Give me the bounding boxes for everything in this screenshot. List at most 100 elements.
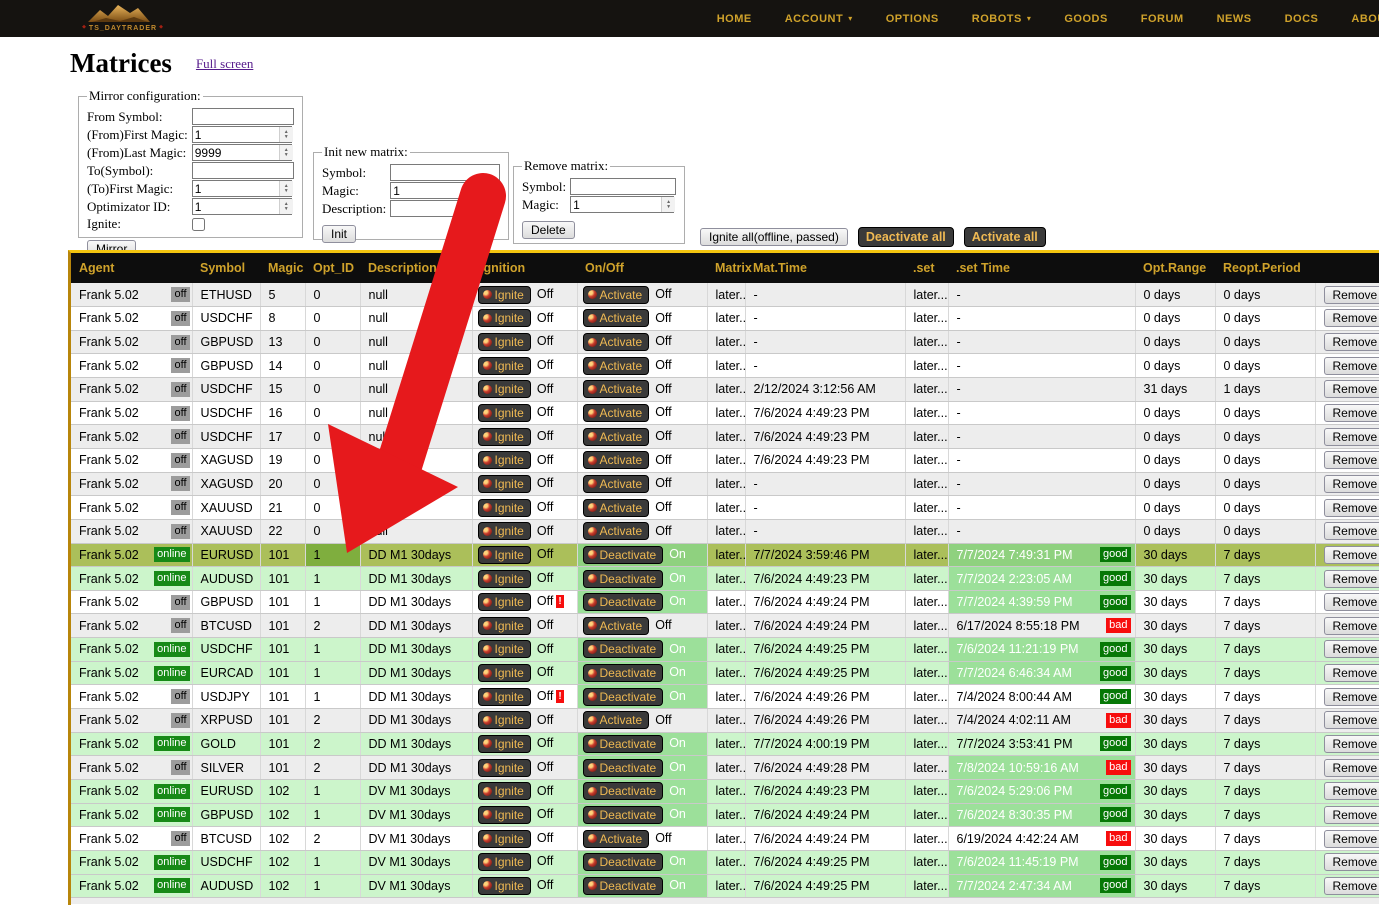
activate-button[interactable]: Activate [583, 830, 650, 848]
remove-button[interactable]: Remove [1324, 546, 1379, 564]
remove-button[interactable]: Remove [1324, 475, 1379, 493]
ignite-button[interactable]: Ignite [478, 640, 531, 658]
ignite-button[interactable]: Ignite [478, 570, 531, 588]
activate-all-button[interactable]: Activate all [964, 227, 1046, 247]
deactivate-button[interactable]: Deactivate [583, 640, 664, 658]
remove-button[interactable]: Remove [1324, 357, 1379, 375]
init-button[interactable]: Init [322, 225, 356, 243]
activate-button[interactable]: Activate [583, 380, 650, 398]
ignite-button[interactable]: Ignite [478, 782, 531, 800]
deactivate-button[interactable]: Deactivate [583, 782, 664, 800]
deactivate-button[interactable]: Deactivate [583, 853, 664, 871]
remove-button[interactable]: Remove [1324, 759, 1379, 777]
number-spinner[interactable]: ▲▼ [661, 197, 675, 212]
remove-button[interactable]: Remove [1324, 806, 1379, 824]
remove-magic-input[interactable] [570, 196, 674, 213]
activate-button[interactable]: Activate [583, 522, 650, 540]
nav-item-options[interactable]: OPTIONS [886, 13, 939, 25]
optimizator-id-input[interactable] [192, 198, 292, 215]
ignite-button[interactable]: Ignite [478, 593, 531, 611]
remove-button[interactable]: Remove [1324, 640, 1379, 658]
ignite-button[interactable]: Ignite [478, 380, 531, 398]
remove-button[interactable]: Remove [1324, 404, 1379, 422]
remove-button[interactable]: Remove [1324, 286, 1379, 304]
ignite-button[interactable]: Ignite [478, 664, 531, 682]
activate-button[interactable]: Activate [583, 428, 650, 446]
nav-item-account[interactable]: ACCOUNT▾ [785, 13, 853, 25]
remove-button[interactable]: Remove [1324, 428, 1379, 446]
deactivate-button[interactable]: Deactivate [583, 570, 664, 588]
remove-button[interactable]: Remove [1324, 570, 1379, 588]
nav-item-robots[interactable]: ROBOTS▾ [972, 13, 1032, 25]
remove-button[interactable]: Remove [1324, 782, 1379, 800]
to-symbol-input[interactable] [192, 162, 294, 179]
ignite-button[interactable]: Ignite [478, 428, 531, 446]
deactivate-button[interactable]: Deactivate [583, 735, 664, 753]
activate-button[interactable]: Activate [583, 451, 650, 469]
deactivate-button[interactable]: Deactivate [583, 688, 664, 706]
deactivate-button[interactable]: Deactivate [583, 593, 664, 611]
remove-button[interactable]: Remove [1324, 664, 1379, 682]
to-first-magic-input[interactable] [192, 180, 292, 197]
deactivate-all-button[interactable]: Deactivate all [858, 227, 954, 247]
ignite-button[interactable]: Ignite [478, 688, 531, 706]
from-first-magic-input[interactable] [192, 126, 292, 143]
ignite-checkbox[interactable] [192, 218, 205, 231]
activate-button[interactable]: Activate [583, 475, 650, 493]
init-description-input[interactable] [390, 200, 500, 217]
ignite-button[interactable]: Ignite [478, 286, 531, 304]
from-symbol-input[interactable] [192, 108, 294, 125]
ignite-button[interactable]: Ignite [478, 404, 531, 422]
nav-item-news[interactable]: NEWS [1217, 13, 1252, 25]
ignite-button[interactable]: Ignite [478, 711, 531, 729]
activate-button[interactable]: Activate [583, 333, 650, 351]
activate-button[interactable]: Activate [583, 404, 650, 422]
ignite-button[interactable]: Ignite [478, 475, 531, 493]
ignite-all-button[interactable]: Ignite all(offline, passed) [700, 228, 848, 246]
activate-button[interactable]: Activate [583, 309, 650, 327]
activate-button[interactable]: Activate [583, 357, 650, 375]
ignite-button[interactable]: Ignite [478, 830, 531, 848]
ignite-button[interactable]: Ignite [478, 735, 531, 753]
remove-button[interactable]: Remove [1324, 593, 1379, 611]
deactivate-button[interactable]: Deactivate [583, 806, 664, 824]
remove-button[interactable]: Remove [1324, 877, 1379, 895]
number-spinner[interactable]: ▲▼ [279, 181, 293, 196]
deactivate-button[interactable]: Deactivate [583, 546, 664, 564]
delete-button[interactable]: Delete [522, 221, 575, 239]
activate-button[interactable]: Activate [583, 617, 650, 635]
ignite-button[interactable]: Ignite [478, 522, 531, 540]
ignite-button[interactable]: Ignite [478, 357, 531, 375]
remove-button[interactable]: Remove [1324, 830, 1379, 848]
remove-button[interactable]: Remove [1324, 451, 1379, 469]
number-spinner[interactable]: ▲▼ [279, 127, 293, 142]
ignite-button[interactable]: Ignite [478, 546, 531, 564]
ignite-button[interactable]: Ignite [478, 877, 531, 895]
remove-symbol-input[interactable] [570, 178, 676, 195]
activate-button[interactable]: Activate [583, 711, 650, 729]
number-spinner[interactable]: ▲▼ [485, 183, 499, 198]
remove-button[interactable]: Remove [1324, 735, 1379, 753]
remove-button[interactable]: Remove [1324, 309, 1379, 327]
nav-item-docs[interactable]: DOCS [1285, 13, 1319, 25]
ignite-button[interactable]: Ignite [478, 499, 531, 517]
nav-item-forum[interactable]: FORUM [1141, 13, 1184, 25]
full-screen-link[interactable]: Full screen [196, 56, 253, 71]
remove-button[interactable]: Remove [1324, 499, 1379, 517]
ignite-button[interactable]: Ignite [478, 451, 531, 469]
activate-button[interactable]: Activate [583, 499, 650, 517]
deactivate-button[interactable]: Deactivate [583, 877, 664, 895]
ignite-button[interactable]: Ignite [478, 806, 531, 824]
site-logo[interactable]: TS_DAYTRADER [64, 1, 182, 36]
remove-button[interactable]: Remove [1324, 617, 1379, 635]
ignite-button[interactable]: Ignite [478, 759, 531, 777]
nav-item-goods[interactable]: GOODS [1064, 13, 1107, 25]
number-spinner[interactable]: ▲▼ [279, 145, 293, 160]
init-symbol-input[interactable] [390, 164, 500, 181]
remove-button[interactable]: Remove [1324, 853, 1379, 871]
from-last-magic-input[interactable] [192, 144, 292, 161]
remove-button[interactable]: Remove [1324, 522, 1379, 540]
ignite-button[interactable]: Ignite [478, 333, 531, 351]
number-spinner[interactable]: ▲▼ [279, 199, 293, 214]
ignite-button[interactable]: Ignite [478, 853, 531, 871]
